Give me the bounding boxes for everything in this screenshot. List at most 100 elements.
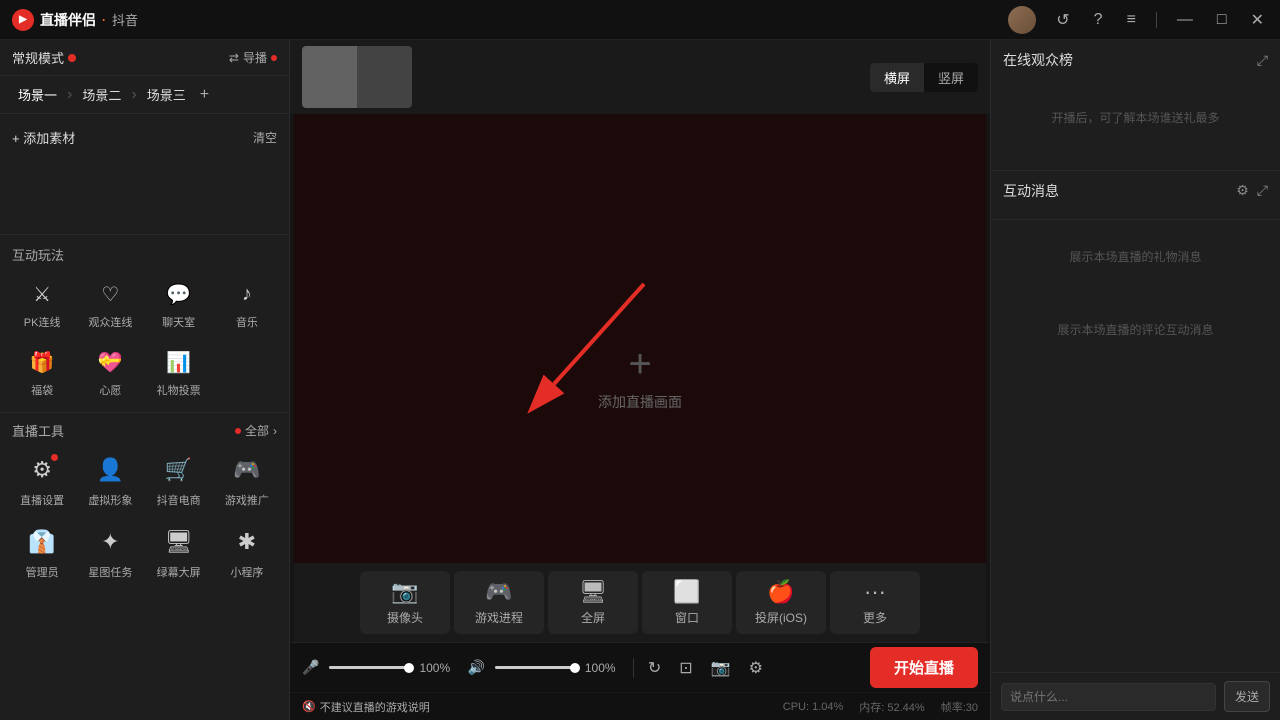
audience-icons: ⤢ <box>1257 52 1268 69</box>
tool-miniprogram[interactable]: ✱ 小程序 <box>217 520 277 584</box>
landscape-mode-button[interactable]: 横屏 <box>870 63 924 92</box>
msg-spacer <box>991 454 1280 672</box>
cpu-status: CPU: 1.04% <box>783 701 844 713</box>
tools-all-button[interactable]: 全部 › <box>235 422 277 439</box>
vol-pct: 100% <box>585 661 623 675</box>
interactive-msgs-section: 互动消息 ⚙ ⤢ 展示本场直播的礼物消息 展示本场直播的评论互动消息 发送 <box>991 171 1280 720</box>
source-game[interactable]: 🎮 游戏进程 <box>454 571 544 634</box>
add-canvas-label: 添加直播画面 <box>598 392 682 412</box>
tool-star-task[interactable]: ✦ 星图任务 <box>80 520 140 584</box>
left-panel: 常规模式 ⇄ 导播 场景一 › 场景二 › 场景三 + + 添加素材 <box>0 40 290 720</box>
tool-game-promo[interactable]: 🎮 游戏推广 <box>217 448 277 512</box>
preview-thumbnail <box>302 46 412 108</box>
interactive-chat[interactable]: 💬 聊天室 <box>149 274 209 334</box>
status-bar: 🔇 不建议直播的游戏说明 CPU: 1.04% 内存: 52.44% 帧率:30 <box>290 692 990 720</box>
chat-input-area: 发送 <box>991 672 1280 720</box>
clear-button[interactable]: 清空 <box>253 129 277 146</box>
admin-icon: 👔 <box>24 524 60 560</box>
tools-header: 直播工具 全部 › <box>12 421 277 440</box>
tool-green-screen[interactable]: 🖥 绿幕大屏 <box>149 520 209 584</box>
close-button[interactable]: ✕ <box>1247 6 1268 34</box>
interactive-expand-icon[interactable]: ⤢ <box>1257 182 1268 199</box>
tool-live-settings[interactable]: ⚙ 直播设置 <box>12 448 72 512</box>
menu-icon[interactable]: ≡ <box>1123 7 1140 33</box>
main-content: 常规模式 ⇄ 导播 场景一 › 场景二 › 场景三 + + 添加素材 <box>0 40 1280 720</box>
audience-expand-icon[interactable]: ⤢ <box>1257 52 1268 69</box>
import-mode[interactable]: ⇄ 导播 <box>229 49 277 66</box>
maximize-button[interactable]: □ <box>1213 7 1231 33</box>
help-icon[interactable]: ↺ <box>1052 6 1073 34</box>
right-panel: 在线观众榜 ⤢ 开播后，可了解本场谁送礼最多 互动消息 ⚙ ⤢ 展示本场直播的 <box>990 40 1280 720</box>
warning-icon: 🔇 <box>302 700 316 713</box>
chat-input[interactable] <box>1001 683 1216 711</box>
tool-virtual-avatar[interactable]: 👤 虚拟形象 <box>80 448 140 512</box>
source-fullscreen[interactable]: 🖥 全屏 <box>548 571 638 634</box>
refresh-icon[interactable]: ↻ <box>644 654 665 682</box>
ios-icon: 🍎 <box>767 579 794 605</box>
interactive-msg-icons: ⚙ ⤢ <box>1236 182 1268 199</box>
center-panel: 横屏 竖屏 + 添加直播画面 <box>290 40 990 720</box>
more-icon: ··· <box>864 579 886 605</box>
camera-ctrl-icon[interactable]: 📷 <box>707 654 735 682</box>
scene-tab-1[interactable]: 场景一 <box>12 82 63 107</box>
add-scene-button[interactable]: + <box>200 86 209 104</box>
mic-pct: 100% <box>419 661 457 675</box>
fullscreen-icon: 🖥 <box>579 579 607 605</box>
preview-main: + 添加直播画面 📷 <box>294 114 986 642</box>
audience-icon: ♡ <box>94 278 126 310</box>
vol-slider[interactable] <box>495 666 575 669</box>
interactive-music[interactable]: ♪ 音乐 <box>217 274 277 334</box>
record-icon[interactable]: ⊡ <box>675 654 696 682</box>
mic-slider[interactable] <box>329 666 409 669</box>
miniprogram-icon: ✱ <box>229 524 265 560</box>
live-settings-icon: ⚙ <box>24 452 60 488</box>
gift-vote-icon: 📊 <box>163 346 195 378</box>
settings-ctrl-icon[interactable]: ⚙ <box>745 654 767 682</box>
source-camera[interactable]: 📷 摄像头 <box>360 571 450 634</box>
music-icon: ♪ <box>231 278 263 310</box>
add-material-button[interactable]: + 添加素材 <box>12 128 75 147</box>
audience-title: 在线观众榜 <box>1003 50 1073 70</box>
camera-icon: 📷 <box>391 579 418 605</box>
msg-comment: 展示本场直播的评论互动消息 <box>1003 301 1268 358</box>
question-icon[interactable]: ? <box>1090 7 1107 33</box>
interactive-audience[interactable]: ♡ 观众连线 <box>80 274 140 334</box>
vol-handle[interactable] <box>570 663 580 673</box>
interactive-gift-vote[interactable]: 📊 礼物投票 <box>149 342 209 402</box>
add-canvas-plus[interactable]: + <box>628 344 651 384</box>
chat-send-button[interactable]: 发送 <box>1224 681 1270 712</box>
tool-admin[interactable]: 👔 管理员 <box>12 520 72 584</box>
source-bar: 📷 摄像头 🎮 游戏进程 🖥 全屏 ⬜ 窗口 <box>294 563 986 642</box>
minimize-button[interactable]: — <box>1173 7 1197 33</box>
portrait-mode-button[interactable]: 竖屏 <box>924 63 978 92</box>
interactive-wish[interactable]: 💝 心愿 <box>80 342 140 402</box>
source-more[interactable]: ··· 更多 <box>830 571 920 634</box>
audience-header: 在线观众榜 ⤢ <box>1003 50 1268 70</box>
mem-status: 内存: 52.44% <box>859 699 924 715</box>
interactive-lucky-bag[interactable]: 🎁 福袋 <box>12 342 72 402</box>
app-name: 直播伴侣 <box>40 10 96 30</box>
lucky-bag-icon: 🎁 <box>26 346 58 378</box>
tool-ecommerce[interactable]: 🛒 抖音电商 <box>149 448 209 512</box>
green-screen-icon: 🖥 <box>161 524 197 560</box>
chat-icon: 💬 <box>163 278 195 310</box>
game-promo-icon: 🎮 <box>229 452 265 488</box>
start-live-button[interactable]: 开始直播 <box>870 647 978 688</box>
avatar[interactable] <box>1008 6 1036 34</box>
speaker-icon: 🔊 <box>467 659 484 676</box>
scene-tab-2[interactable]: 场景二 <box>76 82 127 107</box>
source-ios[interactable]: 🍎 投屏(iOS) <box>736 571 826 634</box>
source-window[interactable]: ⬜ 窗口 <box>642 571 732 634</box>
interactive-settings-icon[interactable]: ⚙ <box>1236 182 1249 199</box>
mode-label[interactable]: 常规模式 <box>12 48 76 67</box>
platform-separator: · <box>102 13 106 27</box>
window-icon: ⬜ <box>673 579 700 605</box>
mic-handle[interactable] <box>404 663 414 673</box>
interactive-pk[interactable]: ⚔ PK连线 <box>12 274 72 334</box>
materials-area: + 添加素材 清空 <box>0 114 289 234</box>
mode-dot <box>68 54 76 62</box>
scene-tab-3[interactable]: 场景三 <box>141 82 192 107</box>
interactive-msgs-content: 展示本场直播的礼物消息 展示本场直播的评论互动消息 <box>991 220 1280 454</box>
status-right: CPU: 1.04% 内存: 52.44% 帧率:30 <box>783 699 978 715</box>
status-warning: 🔇 不建议直播的游戏说明 <box>302 699 430 715</box>
